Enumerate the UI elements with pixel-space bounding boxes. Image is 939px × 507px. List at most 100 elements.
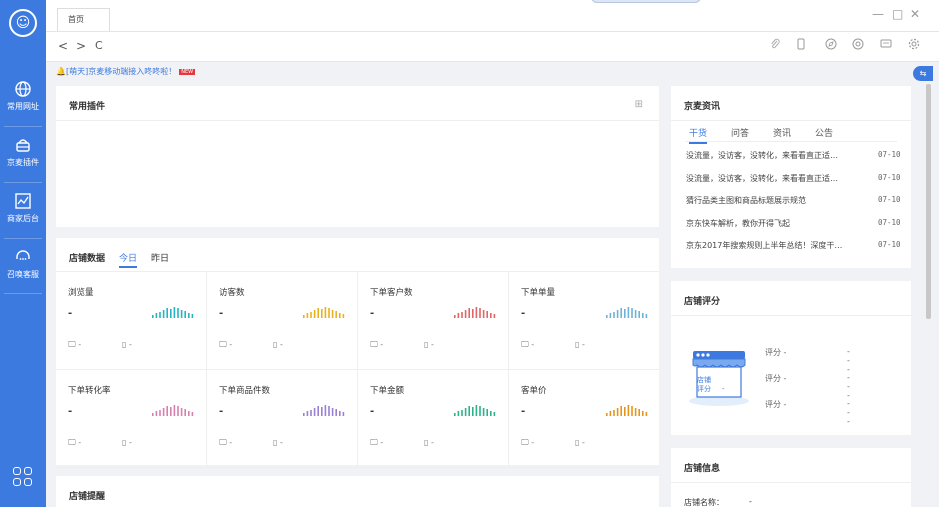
pc-value: - — [78, 438, 82, 447]
card-divider — [671, 120, 911, 121]
news-item-date: 07-10 — [878, 240, 901, 249]
sparkline-bar — [479, 308, 481, 318]
tab-announcement[interactable]: 公告 — [815, 126, 833, 139]
sidebar-item-common-sites[interactable]: 常用网址 — [0, 80, 46, 124]
close-button[interactable]: ✕ — [910, 7, 920, 21]
sparkline-bar — [642, 313, 644, 318]
sparkline-bar — [303, 413, 305, 416]
metric-cell[interactable]: 访客数 - 🖵 - ▯ - — [207, 272, 358, 370]
sparkline-chart — [606, 307, 648, 318]
sparkline-bar — [616, 310, 619, 318]
metric-cell[interactable]: 浏览量 - 🖵 - ▯ - — [56, 272, 207, 370]
forward-button[interactable]: > — [76, 39, 86, 53]
sparkline-bar — [461, 410, 463, 416]
reminder-title: 店铺提醒 — [69, 492, 106, 502]
sparkline-bar — [620, 406, 622, 416]
mobile-value: - — [430, 340, 434, 349]
sparkline-bar — [166, 308, 168, 318]
notice-bar[interactable]: 🔔[萌天]京麦移动端接入咚咚啦！ NEW — [56, 66, 196, 77]
mobile-value: - — [581, 340, 585, 349]
sidebar-divider — [4, 182, 42, 183]
monitor-icon: 🖵 — [521, 340, 529, 349]
scrollbar[interactable] — [926, 84, 931, 319]
metric-name: 下单客户数 — [370, 288, 413, 298]
tab-home[interactable]: 首页 — [57, 8, 110, 32]
app-logo-icon[interactable]: ☺ — [9, 9, 37, 37]
store-info-title: 店铺信息 — [684, 464, 721, 474]
sparkline-bar — [479, 406, 481, 416]
sparkline-chart — [152, 307, 194, 318]
sparkline-bar — [162, 310, 165, 318]
metric-cell[interactable]: 下单商品件数 - 🖵 - ▯ - — [207, 370, 358, 468]
sparkline-bar — [306, 313, 309, 318]
news-item-title: 猜行品类主图和商品标题展示规范 — [686, 196, 806, 205]
metric-cell[interactable]: 下单客户数 - 🖵 - ▯ - — [358, 272, 509, 370]
compass-icon[interactable] — [825, 38, 837, 53]
news-item[interactable]: 京东快车解析，教你开得飞起 07-10 — [686, 218, 901, 229]
sparkline-bar — [645, 314, 648, 318]
sparkline-bar — [324, 405, 327, 416]
metric-cell[interactable]: 下单单量 - 🖵 - ▯ - — [509, 272, 660, 370]
minimize-button[interactable]: — — [872, 7, 884, 21]
metric-value: - — [521, 406, 526, 417]
sparkline-bar — [634, 408, 637, 416]
sidebar-item-merchant-backend[interactable]: 商家后台 — [0, 192, 46, 236]
sparkline-bar — [313, 408, 316, 416]
news-item[interactable]: 京东2017年搜索规则上半年总结！深度干… 07-10 — [686, 240, 901, 251]
refresh-button[interactable]: C — [95, 39, 103, 52]
store-name-value: - — [749, 497, 752, 506]
sparkline-bar — [613, 312, 615, 318]
sparkline-bar — [472, 407, 474, 416]
pc-stat: 🖵 - — [521, 340, 534, 350]
tab-divider — [46, 31, 939, 32]
metric-value: - — [370, 308, 375, 319]
sparkline-chart — [606, 405, 648, 416]
float-toggle-button[interactable]: ⇆ — [913, 66, 933, 81]
news-title: 京麦资讯 — [684, 102, 721, 112]
news-item-date: 07-10 — [878, 172, 901, 182]
mobile-icon[interactable] — [797, 38, 805, 53]
score-label: 评分 - — [765, 374, 787, 383]
sparkline-bar — [310, 312, 312, 318]
back-button[interactable]: < — [58, 39, 68, 53]
sidebar-item-customer-service[interactable]: 召唤客服 — [0, 248, 46, 292]
sparkline-bar — [486, 311, 488, 318]
metric-cell[interactable]: 下单金额 - 🖵 - ▯ - — [358, 370, 509, 468]
sparkline-bar — [461, 312, 463, 318]
tab-info[interactable]: 资讯 — [773, 126, 791, 139]
message-icon[interactable] — [880, 38, 892, 53]
sidebar-item-plugins[interactable]: 京麦插件 — [0, 136, 46, 180]
news-item[interactable]: 没流量，没访客，没转化，来看看直正适… 07-10 — [686, 150, 901, 161]
grid-view-icon[interactable]: ⊞ — [635, 99, 643, 110]
news-item[interactable]: 没流量，没访客，没转化，来看看直正适… 07-10 — [686, 173, 901, 184]
apps-grid-icon[interactable] — [13, 467, 33, 487]
settings-gear-icon[interactable] — [908, 38, 920, 53]
sparkline-bar — [454, 315, 456, 318]
tab-qa[interactable]: 问答 — [731, 126, 749, 139]
sparkline-bar — [339, 411, 341, 416]
tab-yesterday[interactable]: 昨日 — [151, 251, 169, 264]
sparkline-bar — [468, 308, 470, 318]
sparkline-bar — [191, 412, 194, 416]
sparkline-bar — [638, 311, 640, 318]
skin-icon[interactable] — [852, 38, 864, 53]
app-window: ☺ 常用网址 京麦插件 商家后台 召唤客服 首页 < > C — □ ✕ 🔔[萌… — [0, 0, 939, 507]
metric-name: 访客数 — [219, 288, 245, 298]
metric-cell[interactable]: 下单转化率 - 🖵 - ▯ - — [56, 370, 207, 468]
sparkline-bar — [317, 308, 319, 318]
maximize-button[interactable]: □ — [892, 7, 903, 21]
sparkline-bar — [152, 315, 154, 318]
metric-name: 下单转化率 — [68, 386, 111, 396]
metric-cell[interactable]: 客单价 - 🖵 - ▯ - — [509, 370, 660, 468]
pc-stat: 🖵 - — [370, 438, 383, 448]
paperclip-icon[interactable] — [770, 38, 780, 53]
tab-today[interactable]: 今日 — [119, 251, 138, 268]
sparkline-bar — [170, 309, 172, 318]
sparkline-bar — [606, 315, 608, 318]
sparkline-chart — [303, 405, 345, 416]
sidebar-item-label: 京麦插件 — [7, 158, 39, 167]
drag-handle[interactable] — [591, 0, 701, 3]
news-item[interactable]: 猜行品类主图和商品标题展示规范 07-10 — [686, 195, 901, 206]
bell-icon: 🔔 — [56, 67, 66, 76]
pc-stat: 🖵 - — [219, 340, 232, 350]
